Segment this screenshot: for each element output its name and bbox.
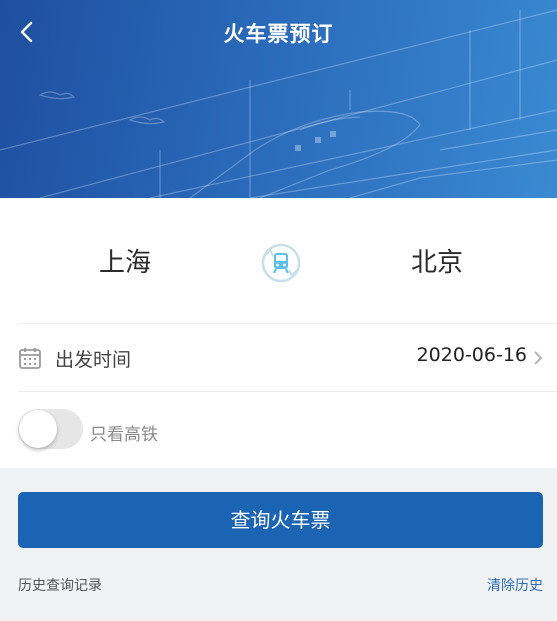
- divider: [18, 391, 557, 392]
- departure-city[interactable]: 上海: [55, 242, 195, 279]
- header-banner: 火车票预订: [0, 0, 557, 198]
- train-swap-icon: [261, 243, 301, 283]
- departure-date-value: 2020-06-16: [416, 344, 527, 366]
- toggle-knob: [19, 410, 57, 448]
- high-speed-only-toggle[interactable]: [18, 409, 83, 449]
- chevron-right-icon: [534, 351, 543, 365]
- clear-history-link[interactable]: 清除历史: [487, 575, 543, 595]
- page-title: 火车票预订: [223, 22, 334, 46]
- departure-date-label: 出发时间: [55, 349, 132, 371]
- booking-form: 上海 北京 出发时间 2020-06-16 只看高铁: [0, 198, 557, 468]
- search-tickets-button[interactable]: 查询火车票: [18, 492, 543, 548]
- departure-date-row[interactable]: 出发时间 2020-06-16: [0, 324, 557, 392]
- calendar-icon: [19, 348, 41, 369]
- history-title: 历史查询记录: [18, 578, 102, 594]
- arrival-city[interactable]: 北京: [367, 242, 507, 279]
- swap-cities-button[interactable]: [259, 241, 303, 285]
- high-speed-filter-row: 只看高铁: [0, 400, 557, 460]
- high-speed-only-label: 只看高铁: [90, 425, 158, 445]
